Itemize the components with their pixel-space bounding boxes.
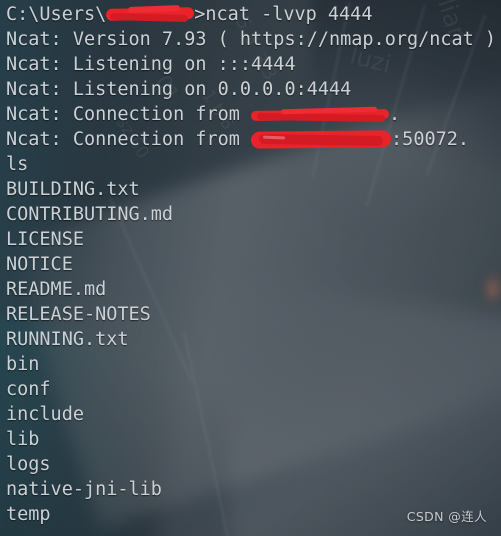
terminal-line-directory: include <box>6 404 84 425</box>
terminal-line-connection-1: Ncat: Connection from . <box>6 102 501 127</box>
connection-port: :50072. <box>391 129 470 150</box>
terminal-line-file: CONTRIBUTING.md <box>6 204 174 225</box>
redaction-mark-address-2 <box>250 130 392 150</box>
terminal-line-file: RELEASE-NOTES <box>6 304 151 325</box>
terminal-line-file: README.md <box>6 279 107 300</box>
terminal-line-file: RUNNING.txt <box>6 329 129 350</box>
redaction-mark-username <box>106 5 195 24</box>
terminal-line-command-ls: ls <box>6 154 29 175</box>
connection-label: Ncat: Connection from <box>6 104 252 125</box>
terminal-line-directory: logs <box>6 454 51 475</box>
terminal-line-prompt: C:\Users\ >ncat -lvvp 4444 <box>6 2 501 27</box>
terminal-line-version: Ncat: Version 7.93 ( https://nmap.org/nc… <box>6 29 497 50</box>
prompt-command: >ncat -lvvp 4444 <box>194 4 373 25</box>
terminal-line-listen-ipv6: Ncat: Listening on :::4444 <box>6 54 296 75</box>
connection-suffix: . <box>389 104 401 125</box>
terminal-line-directory: native-jni-lib <box>6 479 162 500</box>
terminal-window: lian luzi 01 5 5 3 3 1 b 6 sz 60 C:\User… <box>0 0 501 536</box>
terminal-line-file: BUILDING.txt <box>6 179 140 200</box>
terminal-line-file: LICENSE <box>6 229 84 250</box>
terminal-line-connection-2: Ncat: Connection from :50072. <box>6 127 501 152</box>
redaction-mark-address-1 <box>250 106 390 123</box>
terminal-output[interactable]: C:\Users\ >ncat -lvvp 4444 Ncat: Version … <box>0 0 501 536</box>
terminal-line-directory: bin <box>6 354 40 375</box>
terminal-line-directory: conf <box>6 379 51 400</box>
terminal-line-listen-ipv4: Ncat: Listening on 0.0.0.0:4444 <box>6 79 352 100</box>
prompt-path-prefix: C:\Users\ <box>6 4 107 25</box>
terminal-line-file: NOTICE <box>6 254 73 275</box>
csdn-watermark: CSDN @连人 <box>406 509 487 524</box>
terminal-line-directory: lib <box>6 429 40 450</box>
connection-label: Ncat: Connection from <box>6 129 252 150</box>
